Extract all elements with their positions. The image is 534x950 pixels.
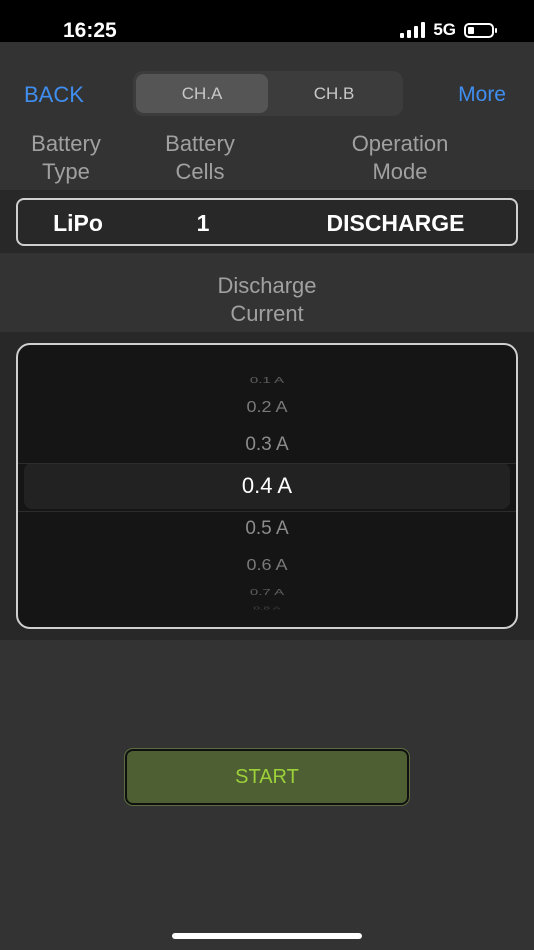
battery-type-value: LiPo bbox=[53, 210, 103, 236]
more-button[interactable]: More bbox=[458, 83, 506, 107]
start-button[interactable]: START bbox=[125, 749, 409, 805]
back-button[interactable]: BACK bbox=[24, 82, 84, 108]
tab-ch-a[interactable]: CH.A bbox=[136, 74, 268, 113]
battery-type-label: Battery Type bbox=[31, 131, 101, 184]
battery-config-selector[interactable]: LiPo 1 DISCHARGE bbox=[16, 198, 518, 246]
discharge-current-picker[interactable]: 0.1 A 0.2 A 0.3 A 0.4 A 0.5 A 0.6 A 0.7 A 0.8 A bbox=[16, 343, 518, 629]
discharge-current-label: Discharge Current bbox=[217, 273, 317, 326]
operation-mode-value: DISCHARGE bbox=[326, 210, 465, 236]
battery-cells-label: Battery Cells bbox=[165, 131, 235, 184]
status-time: 16:25 bbox=[63, 19, 117, 42]
picker-divider bbox=[18, 463, 516, 464]
nav-bar: BACK CH.A CH.B More bbox=[0, 62, 534, 122]
tab-ch-b[interactable]: CH.B bbox=[268, 74, 400, 113]
battery-icon bbox=[464, 22, 497, 38]
picker-option[interactable]: 0.1 A bbox=[18, 376, 516, 384]
picker-divider bbox=[18, 511, 516, 512]
channel-segmented-control: CH.A CH.B bbox=[133, 71, 403, 116]
picker-option[interactable]: 0.2 A bbox=[18, 399, 516, 414]
picker-option-selected[interactable]: 0.4 A bbox=[18, 475, 516, 497]
signal-icon bbox=[400, 22, 426, 38]
home-indicator bbox=[172, 933, 362, 939]
status-bar: 16:25 5G bbox=[0, 0, 534, 42]
battery-cells-value: 1 bbox=[196, 210, 210, 236]
picker-option[interactable]: 0.7 A bbox=[18, 588, 516, 596]
picker-option[interactable]: 0.8 A bbox=[18, 606, 516, 610]
network-type: 5G bbox=[433, 20, 456, 39]
picker-option[interactable]: 0.5 A bbox=[18, 519, 516, 538]
picker-option[interactable]: 0.6 A bbox=[18, 557, 516, 572]
status-indicators: 5G bbox=[400, 20, 497, 40]
operation-mode-label: Operation Mode bbox=[351, 131, 449, 184]
picker-option[interactable]: 0.3 A bbox=[18, 435, 516, 454]
